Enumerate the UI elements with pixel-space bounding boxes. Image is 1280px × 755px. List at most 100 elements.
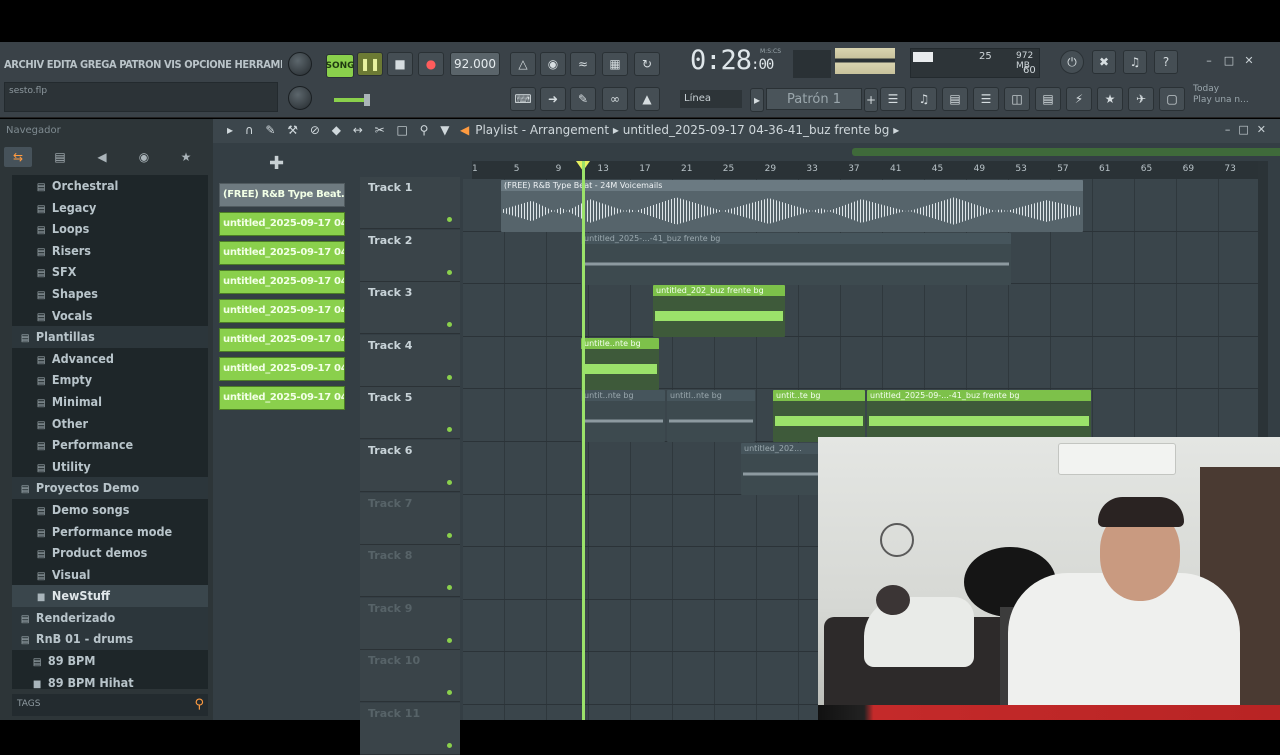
search-icon[interactable]: ⚲	[194, 697, 204, 712]
plugin-icon[interactable]: ◉	[130, 147, 158, 167]
browser-item[interactable]: ▤ Advanced	[12, 348, 208, 370]
main-volume-slider-handle[interactable]	[364, 94, 370, 106]
pat-song-toggle[interactable]: SONG	[325, 54, 355, 78]
arrow-right-icon[interactable]: ➜	[540, 87, 566, 111]
track-header[interactable]: Track 9	[360, 597, 460, 650]
menu-herramientas[interactable]: HERRAMIENTA	[235, 58, 282, 71]
pencil-icon[interactable]: ✎	[570, 87, 596, 111]
performer-icon[interactable]: ★	[1097, 87, 1123, 111]
menu-patron[interactable]: PATRON	[119, 58, 161, 71]
share-icon[interactable]: ◀	[88, 147, 116, 167]
audio-clip[interactable]: (FREE) R&B Type Beat - 24M Voicemails	[501, 180, 1083, 232]
track-led[interactable]	[447, 690, 452, 696]
channel-rack-icon[interactable]: ▤	[942, 87, 968, 111]
clip-picker-item[interactable]: untitled_2025-09-17 04-..	[219, 357, 345, 381]
track-led[interactable]	[447, 217, 452, 222]
browser-item[interactable]: ▤ Orchestral	[12, 175, 208, 197]
tempo-display[interactable]: 92.000	[450, 52, 500, 76]
countdown-icon[interactable]: ≈	[570, 52, 596, 76]
browser-item[interactable]: ▤ Other	[12, 413, 208, 435]
maximize-icon[interactable]: □	[1220, 54, 1238, 70]
wait-icon[interactable]: ◉	[540, 52, 566, 76]
track-led[interactable]	[447, 637, 452, 643]
browser-item[interactable]: ▤ Empty	[12, 369, 208, 391]
track-header[interactable]: Track 8	[360, 545, 460, 598]
browser-item[interactable]: ▤ Visual	[12, 564, 208, 586]
browser-item[interactable]: ▤ Performance mode	[12, 521, 208, 543]
track-header[interactable]: Track 6	[360, 440, 460, 492]
pattern-add-icon[interactable]: +	[864, 88, 878, 112]
metronome-icon[interactable]: △	[510, 52, 536, 76]
track-header[interactable]: Track 7	[360, 492, 460, 545]
browser-item[interactable]: ▤ Minimal	[12, 391, 208, 413]
record-icon[interactable]: ●	[418, 52, 444, 76]
browser-item[interactable]: ■ NewStuff	[12, 585, 208, 607]
tags-bar[interactable]: TAGS ⚲	[12, 694, 208, 716]
clip-picker-item[interactable]: untitled_2025-09-17 04-..	[219, 386, 345, 410]
track-led[interactable]	[447, 427, 452, 433]
audio-clip[interactable]: untitled_2025-...-41_buz frente bg	[581, 232, 1011, 285]
power-icon[interactable]: ⏻	[1060, 50, 1084, 74]
pattern-prev-icon[interactable]: ▸	[750, 88, 764, 112]
doc-icon[interactable]: ▤	[46, 147, 74, 167]
track-header[interactable]: Track 4	[360, 334, 460, 387]
piano-roll-icon[interactable]: ♫	[911, 87, 937, 111]
piano-icon[interactable]: ⌨	[510, 87, 536, 111]
browser-item[interactable]: ■ 89 BPM Hihat	[12, 672, 208, 694]
menu-editar[interactable]: EDITA	[47, 58, 78, 71]
tools-icon[interactable]: ✖	[1092, 50, 1116, 74]
browser-item[interactable]: ▤ Product demos	[12, 542, 208, 564]
browser-item[interactable]: ▤ Loops	[12, 218, 208, 240]
playhead-line[interactable]	[582, 161, 585, 720]
playlist-tool-icons[interactable]: ▸ ∩ ✎ ⚒ ⊘ ◆ ↔ ✂ □ ⚲ ▼	[227, 123, 454, 137]
browser-item[interactable]: ▤ Demo songs	[12, 499, 208, 521]
audio-clip[interactable]: untitl..nte bg	[667, 390, 755, 443]
step-edit-icon[interactable]: ▦	[602, 52, 628, 76]
browser-tree-icon[interactable]: ◫	[1004, 87, 1030, 111]
menu-archivo[interactable]: ARCHIV	[4, 58, 44, 71]
pause-icon[interactable]: ❚❚	[357, 52, 383, 76]
browser-item[interactable]: ▤ Renderizado	[12, 606, 208, 629]
playlist-window-controls[interactable]: –□✕	[1225, 123, 1274, 136]
lock-icon[interactable]: ▢	[1159, 87, 1185, 111]
remote-icon[interactable]: ✈	[1128, 87, 1154, 111]
browser-item[interactable]: ▤ Legacy	[12, 197, 208, 219]
track-led[interactable]	[447, 585, 452, 591]
audio-clip[interactable]: untitled_202_buz frente bg	[653, 285, 785, 338]
news-panel[interactable]: Today Play una n...	[1193, 84, 1263, 112]
mixer-icon[interactable]: ☰	[973, 87, 999, 111]
clip-picker-item[interactable]: untitled_2025-09-17 04-..	[219, 270, 345, 294]
track-header[interactable]: Track 5	[360, 387, 460, 440]
browser-item[interactable]: ▤ Shapes	[12, 283, 208, 305]
clip-picker-item[interactable]: untitled_2025-09-17 04-..	[219, 212, 345, 236]
clip-picker-item[interactable]: (FREE) R&B Type Beat..	[219, 183, 345, 207]
track-header[interactable]: Track 2	[360, 229, 460, 282]
help-icon[interactable]: ?	[1154, 50, 1178, 74]
audio-clip[interactable]: untit..te bg	[773, 390, 865, 443]
bar-ruler[interactable]: 1 5 9 13 17 21 25 29 33 37 41 45 49 53 57 61 65 69 73	[472, 161, 1260, 179]
clip-picker-item[interactable]: untitled_2025-09-17 04-..	[219, 328, 345, 352]
audio-clip[interactable]: untitle..nte bg	[581, 337, 659, 390]
audio-clip[interactable]: untitled_202...	[741, 443, 821, 495]
horizontal-scrollbar[interactable]	[852, 148, 1280, 156]
browser-item[interactable]: ▤ 89 BPM	[12, 650, 208, 672]
track-header[interactable]: Track 3	[360, 282, 460, 335]
menu-vista[interactable]: VIS	[164, 58, 182, 71]
track-led[interactable]	[447, 374, 452, 380]
browser-item[interactable]: ▤ SFX	[12, 261, 208, 283]
track-led[interactable]	[447, 480, 452, 485]
main-volume-slider[interactable]	[334, 98, 364, 102]
track-led[interactable]	[447, 322, 452, 328]
track-header[interactable]: Track 1	[360, 177, 460, 229]
master-volume-knob[interactable]	[288, 52, 312, 76]
audio-clip[interactable]: untitled_2025-09-...-41_buz frente bg	[867, 390, 1091, 443]
stop-icon[interactable]: ■	[387, 52, 413, 76]
minimize-icon[interactable]: –	[1200, 54, 1218, 70]
track-header[interactable]: Track 10	[360, 650, 460, 703]
pattern-select[interactable]: Patrón 1	[766, 88, 862, 110]
browser-item[interactable]: ▤ Utility	[12, 456, 208, 478]
browser-item[interactable]: ▤ Performance	[12, 434, 208, 456]
link-icon[interactable]: ∞	[602, 87, 628, 111]
track-led[interactable]	[447, 269, 452, 275]
project-icon[interactable]: ▤	[1035, 87, 1061, 111]
